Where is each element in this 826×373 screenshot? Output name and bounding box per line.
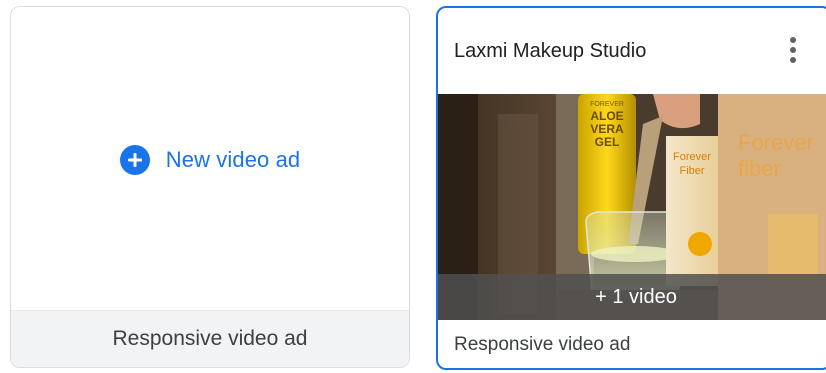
new-video-ad-button[interactable]: New video ad — [11, 7, 409, 312]
video-thumbnail[interactable]: FOREVER ALOE VERA GEL Forever Fiber Fore… — [438, 94, 826, 320]
new-video-ad-label: New video ad — [165, 146, 301, 172]
svg-text:Forever: Forever — [738, 130, 814, 155]
svg-text:ALOE: ALOE — [590, 109, 623, 123]
more-vert-icon[interactable] — [778, 30, 808, 70]
svg-text:GEL: GEL — [595, 135, 620, 149]
svg-text:fiber: fiber — [738, 156, 781, 181]
svg-text:Forever: Forever — [673, 151, 711, 163]
svg-text:FOREVER: FOREVER — [590, 101, 624, 108]
ad-title: Laxmi Makeup Studio — [454, 40, 647, 62]
video-ad-card[interactable]: Laxmi Makeup Studio FOREVER ALOE VERA GE… — [436, 6, 826, 370]
svg-text:Fiber: Fiber — [679, 165, 704, 177]
svg-text:VERA: VERA — [590, 122, 624, 136]
card-type-label: Responsive video ad — [112, 327, 308, 350]
new-video-ad-card[interactable]: New video ad Responsive video ad — [10, 6, 410, 368]
add-circle-icon — [119, 144, 150, 175]
card-type-label: Responsive video ad — [454, 334, 631, 355]
card-footer: Responsive video ad — [11, 310, 409, 367]
thumbnail-caption: + 1 video — [438, 274, 826, 320]
